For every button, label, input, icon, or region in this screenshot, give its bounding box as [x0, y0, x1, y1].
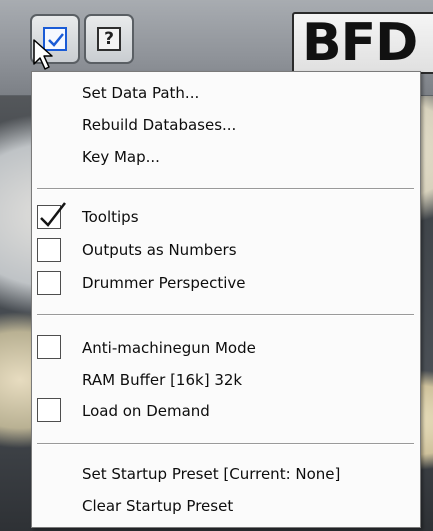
menu-item-set-data-path[interactable]: Set Data Path...	[82, 83, 199, 103]
outputs-as-numbers-checkbox[interactable]	[37, 238, 61, 262]
menu-separator	[37, 188, 414, 190]
menu-item-ram-buffer[interactable]: RAM Buffer [16k] 32k	[82, 370, 242, 390]
menu-item-rebuild-databases[interactable]: Rebuild Databases...	[82, 115, 236, 135]
tooltips-checkbox[interactable]	[37, 202, 66, 229]
menu-item-key-map[interactable]: Key Map...	[82, 147, 160, 167]
options-dropdown-menu: Set Data Path... Rebuild Databases... Ke…	[31, 71, 421, 528]
load-on-demand-checkbox[interactable]	[37, 398, 61, 422]
anti-machinegun-checkbox[interactable]	[37, 335, 61, 359]
mouse-cursor-icon	[33, 39, 53, 70]
checkmark-icon	[40, 202, 66, 227]
menu-item-clear-startup-preset[interactable]: Clear Startup Preset	[82, 496, 233, 516]
drummer-perspective-checkbox[interactable]	[37, 271, 61, 295]
menu-separator	[37, 443, 414, 445]
menu-item-tooltips[interactable]: Tooltips	[82, 207, 139, 227]
menu-separator	[37, 314, 414, 316]
menu-item-set-startup-preset[interactable]: Set Startup Preset [Current: None]	[82, 464, 340, 484]
menu-item-outputs-as-numbers[interactable]: Outputs as Numbers	[82, 240, 237, 260]
menu-item-anti-machinegun-mode[interactable]: Anti-machinegun Mode	[82, 338, 256, 358]
help-icon: ?	[97, 27, 121, 51]
bfd-logo: BFD	[292, 12, 433, 74]
menu-item-load-on-demand[interactable]: Load on Demand	[82, 401, 210, 421]
help-button[interactable]: ?	[84, 14, 134, 64]
menu-item-drummer-perspective[interactable]: Drummer Perspective	[82, 273, 245, 293]
